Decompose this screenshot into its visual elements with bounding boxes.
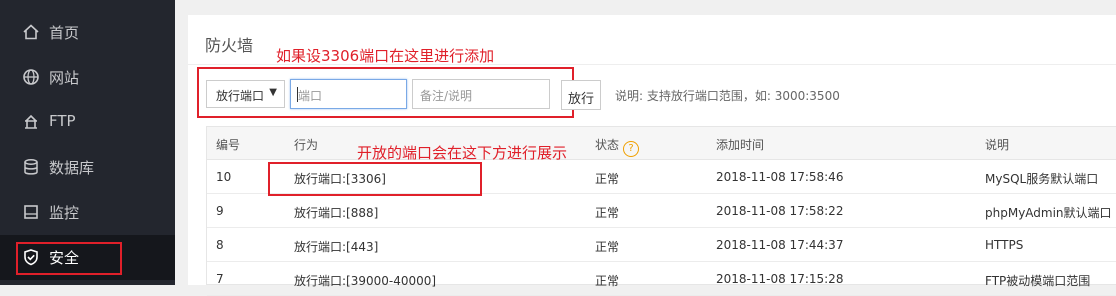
row-note: MySQL服务默认端口: [985, 172, 1099, 186]
sidebar-item-monitor[interactable]: 监控: [0, 190, 175, 235]
row-note: FTP被动模端口范围: [985, 274, 1091, 288]
ftp-icon: [25, 114, 37, 129]
note-placeholder: 备注/说明: [420, 89, 473, 103]
row-status: 正常: [595, 240, 620, 254]
sidebar-item-label: 监控: [49, 204, 80, 222]
annotation-add-port: 如果设3306端口在这里进行添加: [276, 47, 495, 65]
row-time: 2018-11-08 17:58:46: [716, 170, 844, 184]
select-value: 放行端口: [216, 89, 265, 103]
sidebar: 首页 网站 FTP 数据库 监控 安全: [0, 0, 175, 285]
row-action: 放行端口:[39000-40000]: [294, 274, 437, 288]
header-note: 说明: [985, 138, 1010, 152]
row-status: 正常: [595, 274, 620, 288]
table-header: 编号 行为 状态? 添加时间 说明: [207, 127, 1116, 160]
row-time: 2018-11-08 17:15:28: [716, 272, 844, 286]
note-input[interactable]: 备注/说明: [412, 79, 550, 109]
allow-button-label: 放行: [568, 92, 595, 107]
help-icon[interactable]: ?: [623, 141, 640, 157]
page-title: 防火墙: [205, 36, 254, 55]
divider: [188, 64, 1116, 65]
row-id: 7: [216, 272, 224, 286]
port-range-hint: 说明: 支持放行端口范围，如: 3000:3500: [615, 89, 840, 103]
content-gap: [175, 0, 188, 285]
row-status: 正常: [595, 172, 620, 186]
header-status-label: 状态: [595, 138, 620, 152]
sidebar-item-label: FTP: [49, 112, 76, 130]
row-id: 10: [216, 170, 232, 184]
row-note: HTTPS: [985, 238, 1024, 252]
sidebar-item-ftp[interactable]: FTP: [0, 100, 175, 145]
firewall-table: 编号 行为 状态? 添加时间 说明 10 放行端口:[3306] 正常 2018…: [206, 126, 1116, 296]
sidebar-item-home[interactable]: 首页: [0, 10, 175, 55]
port-placeholder: 端口: [298, 89, 323, 103]
table-row: 8 放行端口:[443] 正常 2018-11-08 17:44:37 HTTP…: [207, 228, 1116, 262]
table-row: 9 放行端口:[888] 正常 2018-11-08 17:58:22 phpM…: [207, 194, 1116, 228]
firewall-panel: 防火墙 如果设3306端口在这里进行添加 放行端口 ▼ 端口 备注/说明 放行 …: [188, 15, 1116, 296]
row-action: 放行端口:[443]: [294, 240, 379, 254]
port-input[interactable]: 端口: [290, 79, 407, 109]
sidebar-item-label: 数据库: [49, 159, 95, 177]
monitor-icon: [24, 205, 38, 219]
globe-icon: [23, 69, 39, 85]
rule-type-select[interactable]: 放行端口 ▼: [206, 80, 285, 108]
chevron-down-icon: ▼: [269, 87, 277, 98]
row-note: phpMyAdmin默认端口: [985, 206, 1112, 220]
sidebar-item-database[interactable]: 数据库: [0, 145, 175, 190]
header-action: 行为: [294, 138, 319, 152]
row-id: 8: [216, 238, 224, 252]
row-time: 2018-11-08 17:58:22: [716, 204, 844, 218]
row-status: 正常: [595, 206, 620, 220]
header-id: 编号: [216, 138, 241, 152]
highlight-box: [16, 242, 122, 275]
row-id: 9: [216, 204, 224, 218]
database-icon: [24, 159, 38, 175]
row-time: 2018-11-08 17:44:37: [716, 238, 844, 252]
allow-button[interactable]: 放行: [561, 80, 601, 110]
annotation-table: 开放的端口会在这下方进行展示: [357, 144, 568, 162]
home-icon: [23, 24, 39, 40]
highlight-box: [268, 162, 482, 196]
sidebar-item-label: 首页: [49, 24, 80, 42]
sidebar-item-website[interactable]: 网站: [0, 55, 175, 100]
row-action: 放行端口:[888]: [294, 206, 379, 220]
sidebar-item-label: 网站: [49, 69, 80, 87]
header-time: 添加时间: [716, 138, 765, 152]
table-row: 7 放行端口:[39000-40000] 正常 2018-11-08 17:15…: [207, 262, 1116, 296]
header-status: 状态?: [595, 136, 640, 157]
